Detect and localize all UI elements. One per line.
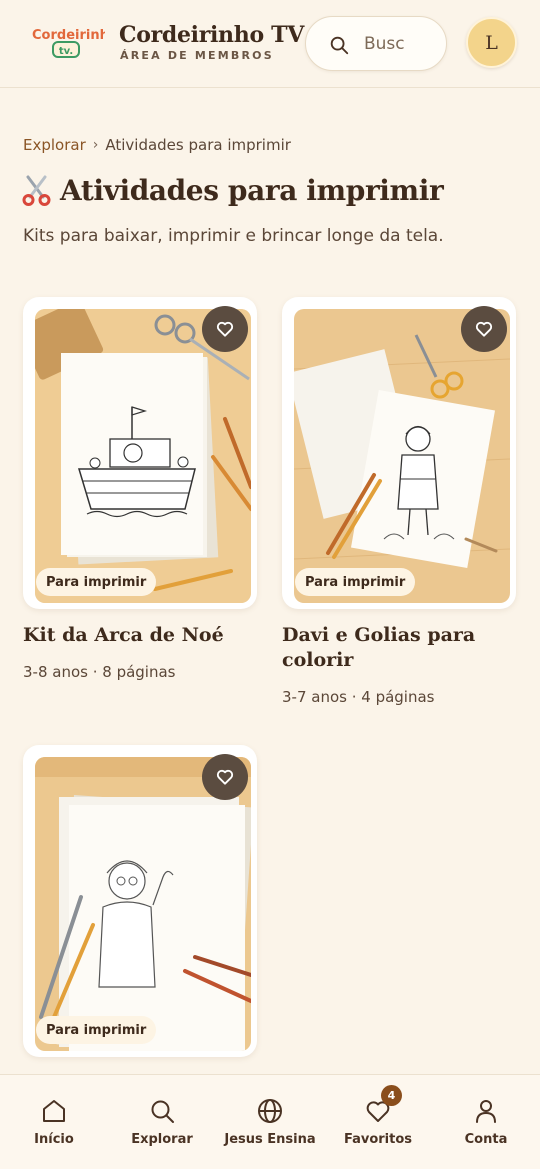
card-meta: 3-7 anos · 4 páginas bbox=[282, 688, 435, 706]
nav-item-explorar[interactable]: Explorar bbox=[108, 1075, 216, 1169]
nav-label: Favoritos bbox=[343, 1132, 413, 1147]
page: Cordeirinho tv. Cordeirinho TV ÁREA DE M… bbox=[0, 0, 540, 1169]
breadcrumb-separator: › bbox=[92, 137, 99, 153]
print-badge: Para imprimir bbox=[36, 1016, 157, 1044]
page-title: Atividades para imprimir bbox=[22, 174, 444, 207]
bottom-nav: Início Explorar Jesus Ensina 4 Favoritos bbox=[0, 1074, 540, 1169]
breadcrumb-explorar-link[interactable]: Explorar bbox=[23, 136, 86, 154]
cordeirinho-tv-logo[interactable]: Cordeirinho tv. bbox=[31, 24, 105, 58]
search-input[interactable] bbox=[364, 30, 440, 58]
breadcrumb: Explorar › Atividades para imprimir bbox=[23, 136, 291, 154]
card-title[interactable]: Davi e Golias para colorir bbox=[282, 623, 516, 673]
heart-icon bbox=[216, 769, 234, 785]
david-coloring-image[interactable] bbox=[294, 309, 510, 603]
nav-item-favoritos[interactable]: 4 Favoritos bbox=[324, 1075, 432, 1169]
card-frame: Para imprimir bbox=[23, 745, 257, 1057]
logo-text-bottom: tv. bbox=[59, 46, 73, 57]
breadcrumb-current: Atividades para imprimir bbox=[105, 136, 291, 154]
favorite-button[interactable] bbox=[202, 754, 248, 800]
home-icon bbox=[43, 1100, 65, 1122]
heart-icon bbox=[475, 321, 493, 337]
page-title-text: Atividades para imprimir bbox=[60, 174, 444, 207]
favorite-button[interactable] bbox=[461, 306, 507, 352]
user-icon bbox=[476, 1100, 496, 1123]
nav-item-jesus-ensina[interactable]: Jesus Ensina bbox=[216, 1075, 324, 1169]
search-icon bbox=[151, 1100, 174, 1123]
card-title[interactable]: Kit da Arca de Noé bbox=[23, 623, 257, 648]
nav-label: Explorar bbox=[131, 1132, 193, 1147]
search-box[interactable] bbox=[305, 16, 447, 71]
app-subtitle: ÁREA DE MEMBROS bbox=[120, 49, 274, 62]
nav-item-inicio[interactable]: Início bbox=[0, 1075, 108, 1169]
card-meta: 3-8 anos · 8 páginas bbox=[23, 663, 176, 681]
noahs-ark-coloring-image[interactable] bbox=[35, 309, 251, 603]
nav-label: Início bbox=[34, 1132, 74, 1147]
favorites-count-badge: 4 bbox=[381, 1085, 402, 1106]
globe-icon bbox=[258, 1099, 282, 1123]
app-header: Cordeirinho tv. Cordeirinho TV ÁREA DE M… bbox=[0, 0, 540, 88]
scissors-icon bbox=[22, 175, 51, 206]
nav-label: Conta bbox=[464, 1132, 508, 1147]
card-frame: Para imprimir bbox=[282, 297, 516, 609]
heart-icon bbox=[216, 321, 234, 337]
favorite-button[interactable] bbox=[202, 306, 248, 352]
user-avatar[interactable]: L bbox=[466, 17, 517, 68]
print-badge: Para imprimir bbox=[36, 568, 157, 596]
page-subtitle: Kits para baixar, imprimir e brincar lon… bbox=[23, 226, 444, 246]
nav-item-conta[interactable]: Conta bbox=[432, 1075, 540, 1169]
logo-text-top: Cordeirinho bbox=[32, 28, 105, 43]
teacher-coloring-image[interactable] bbox=[35, 757, 251, 1051]
search-icon bbox=[330, 36, 349, 55]
card-frame: Para imprimir bbox=[23, 297, 257, 609]
nav-label: Jesus Ensina bbox=[224, 1132, 316, 1147]
app-title: Cordeirinho TV bbox=[119, 22, 305, 48]
print-badge: Para imprimir bbox=[295, 568, 416, 596]
